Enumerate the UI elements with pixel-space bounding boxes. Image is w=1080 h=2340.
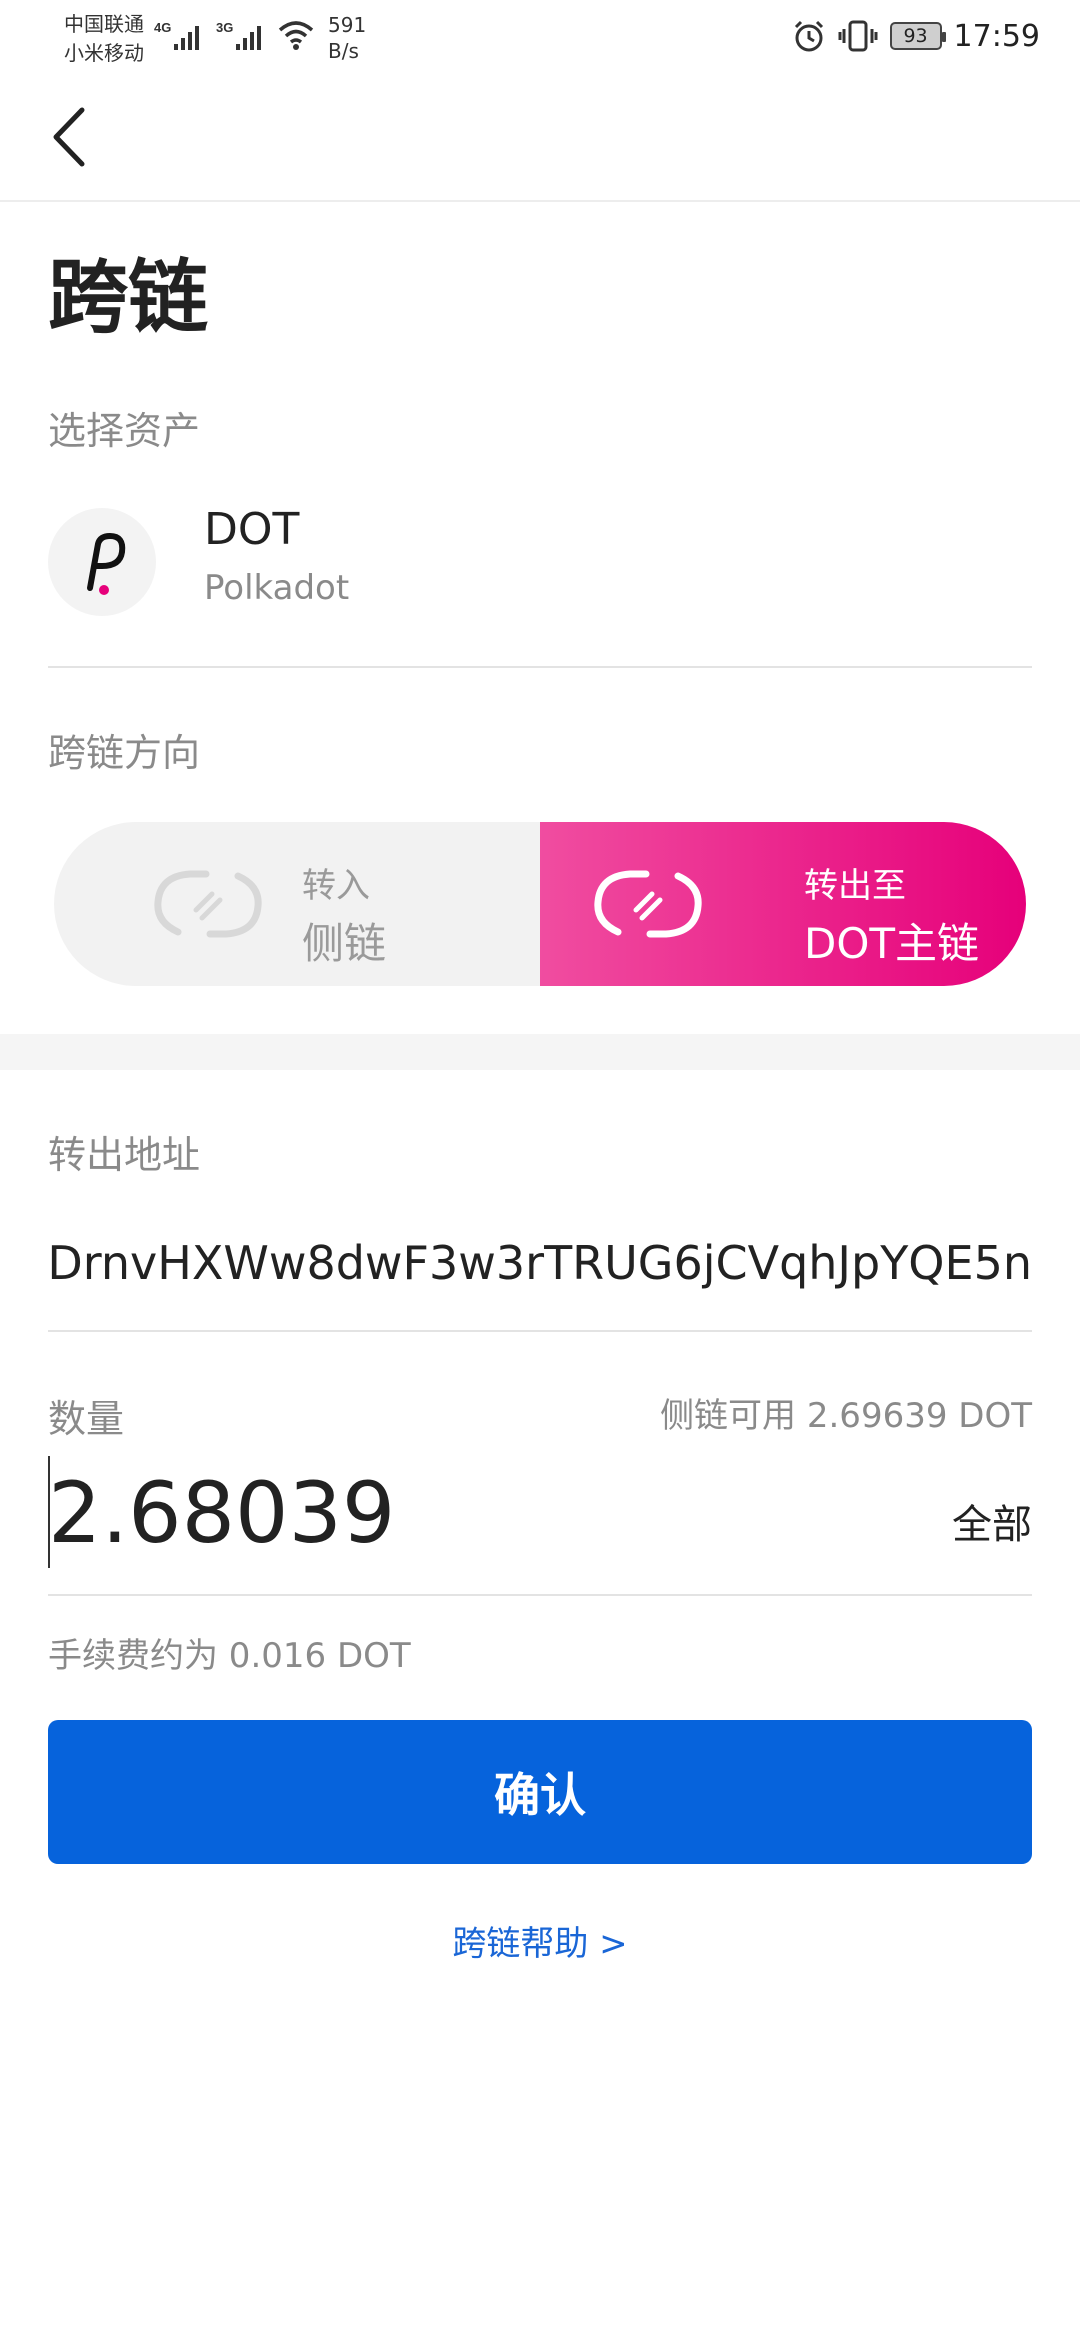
page-title: 跨链 (48, 251, 208, 344)
help-link[interactable]: 跨链帮助 > (0, 1916, 1080, 1965)
carrier-info: 中国联通 小米移动 (64, 10, 144, 68)
polkadot-logo (48, 508, 156, 616)
direction-option-transfer-in[interactable]: 转入 侧链 (54, 822, 540, 986)
amount-divider (48, 1594, 1032, 1596)
battery-indicator: 93 (889, 22, 946, 50)
asset-divider (48, 666, 1032, 668)
signal-4g-label: 4G (154, 20, 171, 35)
all-amount-button[interactable]: 全部 (952, 1492, 1032, 1550)
alarm-icon (794, 20, 823, 52)
asset-section-label: 选择资产 (48, 409, 201, 453)
address-input[interactable]: 5NDrnvHXWw8dwF3w3rTRUG6jCVqhJpYQE5n (48, 1236, 1032, 1316)
fee-text: 手续费约为 0.016 DOT (48, 1636, 411, 1676)
polkadot-logo-glyph (87, 533, 126, 595)
confirm-button[interactable]: 确认 (48, 1720, 1032, 1864)
back-button[interactable] (48, 104, 88, 170)
available-balance: 侧链可用 2.69639 DOT (660, 1396, 1032, 1436)
signal-3g-label: 3G (216, 20, 233, 35)
asset-symbol: DOT (204, 504, 300, 555)
vibrate-icon (838, 20, 878, 52)
amount-label: 数量 (48, 1397, 125, 1441)
asset-name: Polkadot (204, 568, 350, 608)
chevron-left-icon (53, 107, 85, 167)
cross-chain-icon (154, 870, 262, 938)
carrier-1: 中国联通 (64, 12, 144, 36)
direction-section-label: 跨链方向 (48, 731, 201, 775)
network-speed-unit: B/s (328, 39, 359, 63)
network-speed: 591 B/s (328, 12, 366, 64)
address-label: 转出地址 (48, 1133, 201, 1177)
signal-4g-icon: 4G (154, 20, 199, 50)
asset-selector[interactable]: DOT Polkadot (48, 504, 1032, 624)
carrier-2: 小米移动 (64, 41, 144, 65)
direction-option-transfer-out[interactable]: 转出至 DOT主链 (540, 822, 1026, 986)
transfer-in-line1: 转入 (302, 866, 370, 906)
amount-input[interactable]: 2.68039 (48, 1458, 848, 1568)
transfer-out-line2: DOT主链 (804, 919, 980, 968)
status-right: 93 17:59 (792, 14, 1040, 58)
text-caret (48, 1456, 50, 1568)
transfer-out-line1: 转出至 (804, 866, 906, 906)
network-speed-value: 591 (328, 13, 367, 37)
address-value: 5NDrnvHXWw8dwF3w3rTRUG6jCVqhJpYQE5n (48, 1236, 1032, 1290)
cross-chain-active-icon (594, 870, 702, 938)
direction-toggle: 转入 侧链 转出至 DOT主链 (54, 822, 1026, 986)
header-divider (0, 200, 1080, 202)
signal-3g-icon: 3G (216, 20, 261, 50)
transfer-in-line2: 侧链 (302, 919, 387, 968)
status-time: 17:59 (953, 18, 1040, 54)
wifi-icon (278, 21, 314, 50)
address-divider (48, 1330, 1032, 1332)
section-separator (0, 1034, 1080, 1070)
